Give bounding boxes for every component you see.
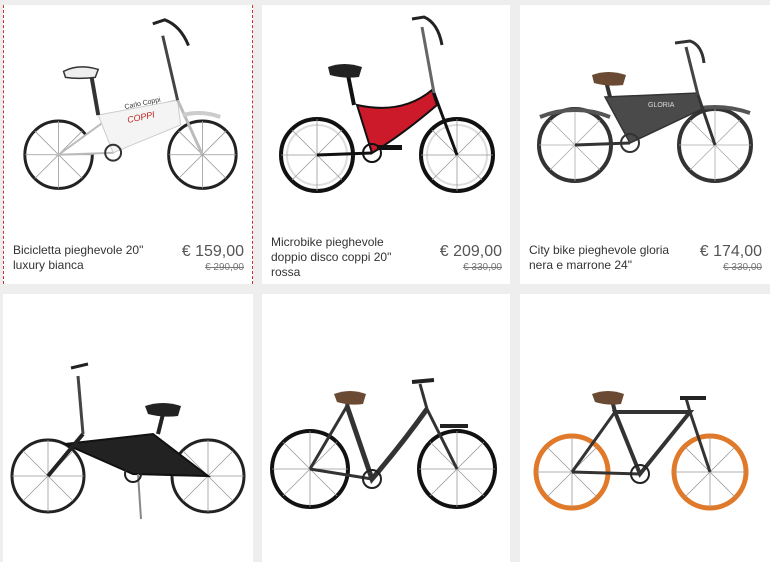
product-image-fixie-orange-rims[interactable] [520,294,770,562]
product-image-gloria-city-bike[interactable]: GLORIA [520,5,770,235]
product-card[interactable]: Microbike pieghevole doppio disco coppi … [262,5,510,284]
product-image-black-ladies-city-bike[interactable] [262,294,510,562]
product-old-price: € 330,00 [463,262,502,273]
product-card[interactable] [520,294,770,562]
frame-logo: GLORIA [648,102,675,109]
product-old-price: € 290,00 [205,262,244,273]
product-price: € 209,00 [439,243,502,260]
product-image-red-black-folding-bike[interactable] [262,5,510,235]
product-price: € 174,00 [699,243,762,260]
product-price: € 159,00 [181,243,244,260]
product-card[interactable] [3,294,253,562]
product-name[interactable]: Bicicletta pieghevole 20" luxury bianca [13,243,163,273]
product-old-price: € 330,00 [723,262,762,273]
product-image-black-folding-bike-24[interactable] [3,294,253,562]
product-image-white-folding-bike[interactable]: COPPI Carlo Coppi [4,5,252,235]
product-name[interactable]: Microbike pieghevole doppio disco coppi … [271,235,421,280]
product-card[interactable]: GLORIA City bike pieghevole gloria nera … [520,5,770,284]
product-card[interactable] [262,294,510,562]
product-name[interactable]: City bike pieghevole gloria nera e marro… [529,243,679,273]
product-card[interactable]: COPPI Carlo Coppi Bicicletta pieghevole … [3,5,253,284]
